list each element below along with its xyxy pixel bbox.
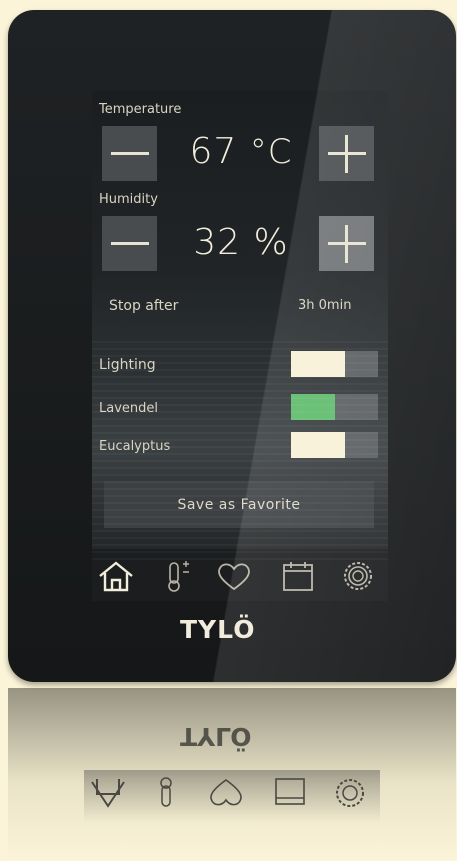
minus-icon bbox=[110, 242, 149, 245]
eucalyptus-slider[interactable] bbox=[291, 432, 378, 458]
thermometer-icon bbox=[160, 777, 172, 807]
tylo-logo: TYLÖ bbox=[180, 615, 256, 644]
temperature-decrease-button[interactable] bbox=[102, 126, 157, 181]
lavendel-slider-fill bbox=[291, 394, 335, 420]
home-icon[interactable] bbox=[96, 559, 136, 593]
minus-icon bbox=[110, 152, 149, 155]
humidity-label: Humidity bbox=[99, 192, 158, 207]
settings-icon[interactable] bbox=[338, 559, 378, 593]
humidity-decrease-button[interactable] bbox=[102, 216, 157, 271]
settings-icon bbox=[336, 779, 364, 807]
lighting-slider[interactable] bbox=[291, 351, 378, 377]
stop-after-label: Stop after bbox=[109, 298, 179, 314]
stop-after-value[interactable]: 3h 0min bbox=[298, 298, 351, 313]
lavendel-slider[interactable] bbox=[291, 394, 378, 420]
lighting-label: Lighting bbox=[99, 357, 156, 373]
thermometer-icon[interactable] bbox=[156, 559, 196, 593]
temperature-increase-button[interactable] bbox=[319, 126, 374, 181]
eucalyptus-slider-fill bbox=[291, 432, 345, 458]
humidity-value: 32 % bbox=[193, 222, 289, 263]
home-icon bbox=[91, 779, 125, 808]
lighting-slider-fill bbox=[291, 351, 345, 377]
heart-icon[interactable] bbox=[214, 559, 254, 593]
calendar-icon[interactable] bbox=[278, 559, 318, 593]
nav-reflection bbox=[84, 770, 380, 822]
sauna-control-panel: Temperature 67 °C Humidity 32 % Stop aft… bbox=[8, 10, 456, 682]
bottom-nav bbox=[92, 549, 388, 601]
humidity-increase-button[interactable] bbox=[319, 216, 374, 271]
touch-screen: Temperature 67 °C Humidity 32 % Stop aft… bbox=[92, 91, 388, 601]
eucalyptus-label: Eucalyptus bbox=[99, 439, 171, 454]
calendar-icon bbox=[275, 778, 305, 805]
heart-icon bbox=[210, 779, 242, 806]
tylo-logo-reflection: TYLÖ bbox=[180, 722, 252, 751]
temperature-value: 67 °C bbox=[189, 131, 293, 172]
temperature-label: Temperature bbox=[99, 102, 182, 117]
lavendel-label: Lavendel bbox=[99, 401, 159, 416]
save-as-favorite-button[interactable]: Save as Favorite bbox=[104, 481, 374, 528]
